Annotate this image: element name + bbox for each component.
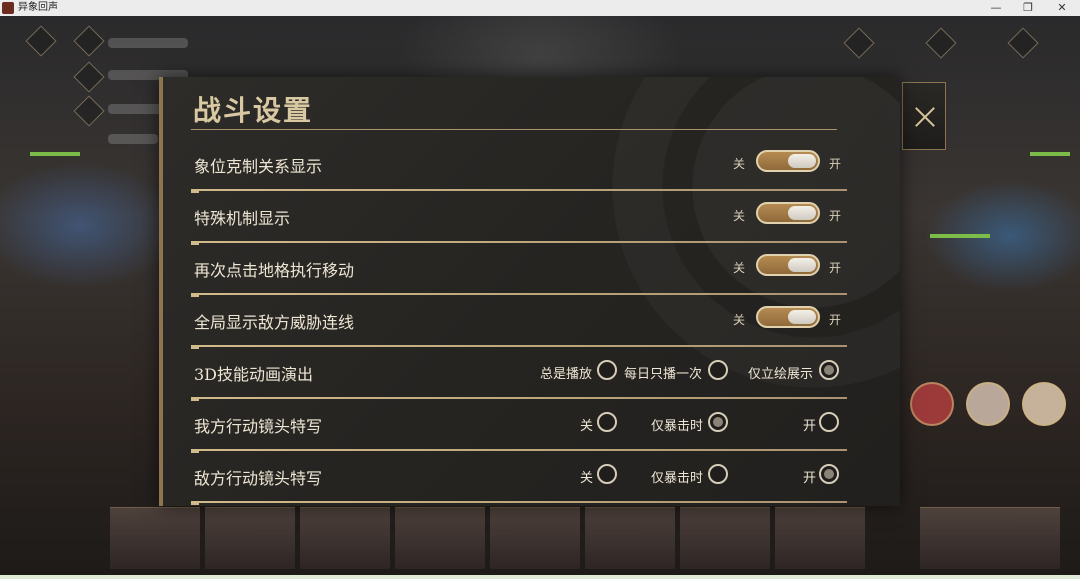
element-relation-toggle[interactable] — [756, 150, 820, 172]
title-divider — [191, 129, 837, 130]
threat-lines-toggle[interactable] — [756, 306, 820, 328]
hp-bar — [1030, 152, 1070, 156]
toggle-knob — [788, 258, 816, 272]
blurred-text — [108, 38, 188, 48]
hp-bar — [30, 152, 80, 156]
blurred-text — [108, 134, 158, 144]
start-battle-button-blurred — [920, 507, 1060, 569]
character-card — [490, 507, 580, 569]
setting-row-threat-lines: 全局显示敌方威胁连线 关 开 — [191, 305, 847, 349]
menu-diamond-icon — [73, 61, 105, 93]
setting-label: 全局显示敌方威胁连线 — [194, 313, 355, 332]
radio-ally-crit-only[interactable] — [708, 412, 728, 432]
row-divider — [191, 189, 847, 193]
character-card — [110, 507, 200, 569]
setting-label: 我方行动镜头特写 — [194, 417, 323, 436]
row-divider — [191, 345, 847, 349]
setting-row-enemy-closeup: 敌方行动镜头特写 关 仅暴击时 开 — [191, 461, 847, 505]
toggle-off-label: 关 — [733, 313, 746, 327]
setting-row-special-mechanic: 特殊机制显示 关 开 — [191, 201, 847, 245]
radio-ally-off[interactable] — [597, 412, 617, 432]
window-title: 异象回声 — [18, 2, 58, 13]
radio-once-daily[interactable] — [708, 360, 728, 380]
radio-enemy-on[interactable] — [819, 464, 839, 484]
toggle-on-label: 开 — [829, 209, 842, 223]
toggle-knob — [788, 154, 816, 168]
menu-diamond-icon — [73, 95, 105, 127]
row-divider — [191, 449, 847, 453]
panel-title: 战斗设置 — [193, 94, 314, 127]
window-titlebar: 异象回声 — ❐ ✕ — [0, 0, 1080, 16]
radio-enemy-off[interactable] — [597, 464, 617, 484]
option-label: 关 — [580, 419, 594, 434]
option-label: 开 — [803, 471, 817, 486]
toggle-off-label: 关 — [733, 261, 746, 275]
row-divider — [191, 293, 847, 297]
radio-portrait-only[interactable] — [819, 360, 839, 380]
unit-portrait — [966, 382, 1010, 426]
character-card — [300, 507, 390, 569]
setting-label: 特殊机制显示 — [194, 209, 291, 228]
radio-always-play[interactable] — [597, 360, 617, 380]
toggle-knob — [788, 206, 816, 220]
unit-portrait — [910, 382, 954, 426]
option-label: 仅暴击时 — [651, 419, 704, 434]
setting-label: 3D技能动画演出 — [194, 365, 314, 384]
toggle-on-label: 开 — [829, 313, 842, 327]
character-card — [680, 507, 770, 569]
row-divider — [191, 241, 847, 245]
setting-label: 敌方行动镜头特写 — [194, 469, 323, 488]
setting-row-tap-to-move: 再次点击地格执行移动 关 开 — [191, 253, 847, 297]
row-divider — [191, 397, 847, 401]
toggle-off-label: 关 — [733, 157, 746, 171]
option-label: 仅暴击时 — [651, 471, 704, 486]
radio-ally-on[interactable] — [819, 412, 839, 432]
toggle-on-label: 开 — [829, 261, 842, 275]
menu-diamond-icon — [1007, 27, 1039, 59]
character-card — [395, 507, 485, 569]
battle-settings-panel: 战斗设置 象位克制关系显示 关 开 特殊机制显示 关 开 再次点击地格执行移动 … — [159, 77, 900, 506]
row-divider — [191, 501, 847, 505]
setting-row-skill-animation: 3D技能动画演出 总是播放 每日只播一次 仅立绘展示 — [191, 357, 847, 401]
unit-portrait — [1022, 382, 1066, 426]
special-mechanic-toggle[interactable] — [756, 202, 820, 224]
character-card — [775, 507, 865, 569]
menu-diamond-icon — [843, 27, 875, 59]
restore-icon[interactable]: ❐ — [1011, 0, 1045, 16]
option-label: 总是播放 — [540, 367, 593, 382]
radio-enemy-crit-only[interactable] — [708, 464, 728, 484]
bottom-strip — [0, 575, 1080, 579]
character-card — [205, 507, 295, 569]
setting-label: 再次点击地格执行移动 — [194, 261, 355, 280]
option-label: 关 — [580, 471, 594, 486]
tap-to-move-toggle[interactable] — [756, 254, 820, 276]
character-card — [585, 507, 675, 569]
option-label: 仅立绘展示 — [748, 367, 814, 382]
close-panel-button[interactable] — [902, 82, 946, 150]
setting-label: 象位克制关系显示 — [194, 157, 323, 176]
option-label: 每日只播一次 — [624, 367, 703, 382]
setting-row-ally-closeup: 我方行动镜头特写 关 仅暴击时 开 — [191, 409, 847, 453]
toggle-off-label: 关 — [733, 209, 746, 223]
minimize-icon[interactable]: — — [979, 0, 1013, 16]
menu-diamond-icon — [25, 25, 57, 57]
app-icon — [2, 2, 14, 14]
close-icon[interactable]: ✕ — [1045, 0, 1079, 16]
hp-bar — [930, 234, 990, 238]
menu-diamond-icon — [925, 27, 957, 59]
toggle-on-label: 开 — [829, 157, 842, 171]
setting-row-element-relation: 象位克制关系显示 关 开 — [191, 149, 847, 193]
menu-diamond-icon — [73, 25, 105, 57]
toggle-knob — [788, 310, 816, 324]
option-label: 开 — [803, 419, 817, 434]
